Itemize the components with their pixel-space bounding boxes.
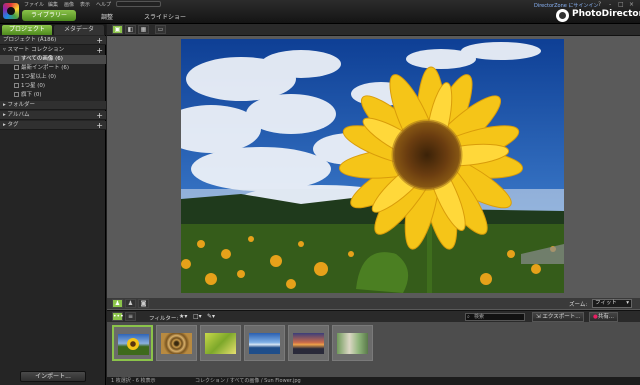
collection-icon <box>14 65 19 70</box>
maximize-button[interactable]: □ <box>618 1 624 8</box>
brand-name: PhotoDirector <box>572 9 640 19</box>
tags-header[interactable]: ▸ タグ + <box>0 121 106 130</box>
share-label: 共有... <box>597 314 615 320</box>
caption-slider[interactable] <box>116 1 161 7</box>
smart-item-label: 最新インポート (6) <box>21 65 70 71</box>
export-label: エクスポート... <box>542 314 581 320</box>
people-icon[interactable]: ♟ <box>125 299 136 308</box>
thumbnail-harbor[interactable] <box>244 325 285 361</box>
panel-tabs: プロジェクト メタデータ <box>0 24 106 35</box>
smart-item-flagged[interactable]: 旗下 (0) <box>0 91 106 100</box>
collection-icon <box>14 74 19 79</box>
tags-label: タグ <box>7 122 19 128</box>
filmstrip-toolbar: ••• ≡ フィルター: ★▾ □▾ ✎▾ ⌕ 検索 ⇲ エクスポート... ●共… <box>107 310 640 322</box>
collection-icon <box>14 83 19 88</box>
thumbnail-image <box>337 333 368 354</box>
smart-item-label: 旗下 (0) <box>21 92 42 98</box>
tab-slideshow[interactable]: スライドショー <box>144 12 186 21</box>
smart-item-label: 1つ星 (0) <box>21 83 46 89</box>
smart-item-one-star[interactable]: 1つ星 (0) <box>0 82 106 91</box>
tab-library[interactable]: ライブラリー <box>22 10 76 21</box>
smart-item-latest-import[interactable]: 最新インポート (6) <box>0 64 106 73</box>
menu-help[interactable]: ヘルプ <box>96 1 111 8</box>
color-filter-icon[interactable]: ✎▾ <box>207 313 215 320</box>
add-project-icon[interactable]: + <box>96 36 103 45</box>
thumbnail-spiral[interactable] <box>156 325 197 361</box>
export-button[interactable]: ⇲ エクスポート... <box>532 312 585 322</box>
camera-icon[interactable]: ◙ <box>138 299 149 308</box>
main-photo <box>181 39 564 293</box>
add-tag-icon[interactable]: + <box>96 121 103 130</box>
import-button[interactable]: インポート... <box>20 371 86 382</box>
sunflower-shape <box>127 338 139 350</box>
search-icon: ⌕ <box>467 314 470 320</box>
smart-collection-header[interactable]: ▿ スマート コレクション + <box>0 46 106 55</box>
search-input[interactable]: ⌕ 検索 <box>465 313 525 321</box>
star-filter-icon[interactable]: ★▾ <box>179 313 187 320</box>
collection-icon <box>14 56 19 61</box>
project-header-label: プロジェクト (Å186) <box>3 37 57 43</box>
grid-view-icon[interactable]: ▦ <box>138 25 149 34</box>
title-bar: ファイル 編集 画像 表示 ヘルプ ライブラリー 調整 スライドショー Dire… <box>0 0 640 24</box>
menu-view[interactable]: 表示 <box>80 1 90 8</box>
single-view-icon[interactable]: ▣ <box>112 25 123 34</box>
smart-collection-label: スマート コレクション <box>7 47 65 53</box>
zoom-select[interactable]: フィット ▾ <box>592 299 632 308</box>
folder-header[interactable]: ▸ フォルダー <box>0 101 106 110</box>
filmstrip-view-icon[interactable]: ••• <box>112 312 124 321</box>
smart-item-label: すべての画像 (6) <box>21 56 63 62</box>
share-button[interactable]: ●共有... <box>589 312 619 322</box>
thumbnail-sunflower[interactable] <box>112 325 153 361</box>
thumbnail-image <box>205 333 236 354</box>
smart-item-all[interactable]: すべての画像 (6) <box>0 55 106 64</box>
zoom-bar: ♟ ♟ ◙ ズーム: フィット ▾ <box>107 298 640 309</box>
add-smart-collection-icon[interactable]: + <box>96 46 103 55</box>
album-label: アルバム <box>7 112 30 118</box>
current-path: コレクション / すべての画像 / Sun Flower.jpg <box>195 378 301 384</box>
add-album-icon[interactable]: + <box>96 111 103 120</box>
menu-image[interactable]: 画像 <box>64 1 74 8</box>
menu-file[interactable]: ファイル <box>24 1 44 8</box>
collection-icon <box>14 92 19 97</box>
filter-label: フィルター: <box>149 316 179 322</box>
app-logo-icon <box>3 3 19 19</box>
thumbnail-sunset[interactable] <box>288 325 329 361</box>
chevron-down-icon: ▾ <box>626 300 629 306</box>
tab-adjust[interactable]: 調整 <box>101 12 113 21</box>
project-header: プロジェクト (Å186) + <box>0 36 106 45</box>
compare-view-icon[interactable]: ◧ <box>125 25 136 34</box>
help-button[interactable]: ? <box>598 1 601 8</box>
thumbnail-image <box>249 333 280 354</box>
tab-metadata[interactable]: メタデータ <box>54 25 104 35</box>
selection-count: 1 枚選択 - 6 枚表示 <box>111 378 156 384</box>
list-view-icon[interactable]: ≡ <box>125 312 136 321</box>
album-header[interactable]: ▸ アルバム + <box>0 111 106 120</box>
view-toolbar: ▣ ◧ ▦ ▭ <box>107 24 640 36</box>
search-placeholder: 検索 <box>474 314 485 320</box>
single-person-icon[interactable]: ♟ <box>112 299 123 308</box>
minimize-button[interactable]: - <box>609 1 611 8</box>
flag-filter-icon[interactable]: □▾ <box>193 313 202 320</box>
fullscreen-view-icon[interactable]: ▭ <box>155 25 166 34</box>
thumbnail-image <box>293 333 324 354</box>
thumbnail-field[interactable] <box>200 325 241 361</box>
signin-link[interactable]: DirectorZone にサインイン <box>534 2 598 9</box>
zoom-label: ズーム: <box>569 302 588 308</box>
zoom-value: フィット <box>595 300 617 306</box>
menu-edit[interactable]: 編集 <box>48 1 58 8</box>
close-button[interactable]: × <box>629 1 634 8</box>
status-bar: 1 枚選択 - 6 枚表示 コレクション / すべての画像 / Sun Flow… <box>107 377 640 385</box>
filmstrip <box>107 322 640 377</box>
left-panel: プロジェクト メタデータ プロジェクト (Å186) + ▿ スマート コレクシ… <box>0 24 106 385</box>
thumbnail-image <box>118 334 149 355</box>
smart-item-label: 1つ星以上 (0) <box>21 74 57 80</box>
tab-project[interactable]: プロジェクト <box>2 25 52 35</box>
main-area: ▣ ◧ ▦ ▭ ♟ ♟ ◙ ズーム: フィット ▾ ••• ≡ フィルター: ★… <box>107 24 640 385</box>
folder-label: フォルダー <box>7 102 36 108</box>
smart-item-one-star-up[interactable]: 1つ星以上 (0) <box>0 73 106 82</box>
brand-logo-icon <box>556 9 569 22</box>
thumbnail-image <box>161 333 192 354</box>
thumbnail-portrait[interactable] <box>332 325 373 361</box>
